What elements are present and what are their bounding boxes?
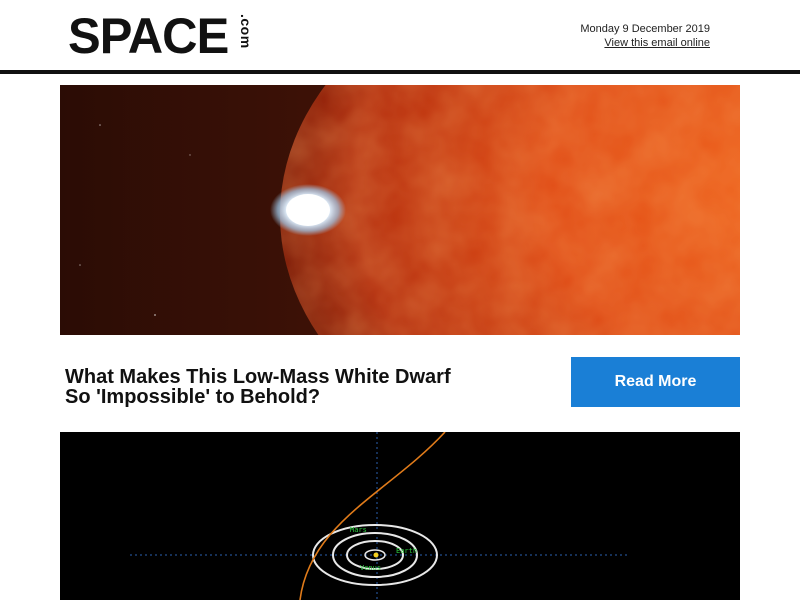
orbit-diagram: Mars Earth Venus [130,432,630,600]
header-meta: Monday 9 December 2019 View this email o… [580,22,710,50]
article-headline[interactable]: What Makes This Low-Mass White Dwarf So … [65,367,535,407]
headline-line-2: So 'Impossible' to Behold? [65,386,321,408]
email-date: Monday 9 December 2019 [580,23,710,35]
space-logo[interactable]: SPACE .com [68,8,254,68]
read-more-button[interactable]: Read More [571,357,740,407]
logo-wordmark: SPACE [68,8,229,64]
email-header: SPACE .com Monday 9 December 2019 View t… [0,0,800,70]
label-venus: Venus [360,564,381,572]
view-online-link[interactable]: View this email online [604,37,710,49]
header-divider [0,70,800,74]
label-mars: Mars [350,526,367,534]
headline-line-1: What Makes This Low-Mass White Dwarf [65,366,451,388]
logo-com-suffix: .com [238,14,254,49]
sun-marker [373,552,379,558]
white-dwarf-illustration [60,85,740,335]
orbit-diagram-image[interactable]: Mars Earth Venus [60,432,740,600]
label-earth: Earth [396,547,417,555]
hero-image[interactable] [60,85,740,335]
